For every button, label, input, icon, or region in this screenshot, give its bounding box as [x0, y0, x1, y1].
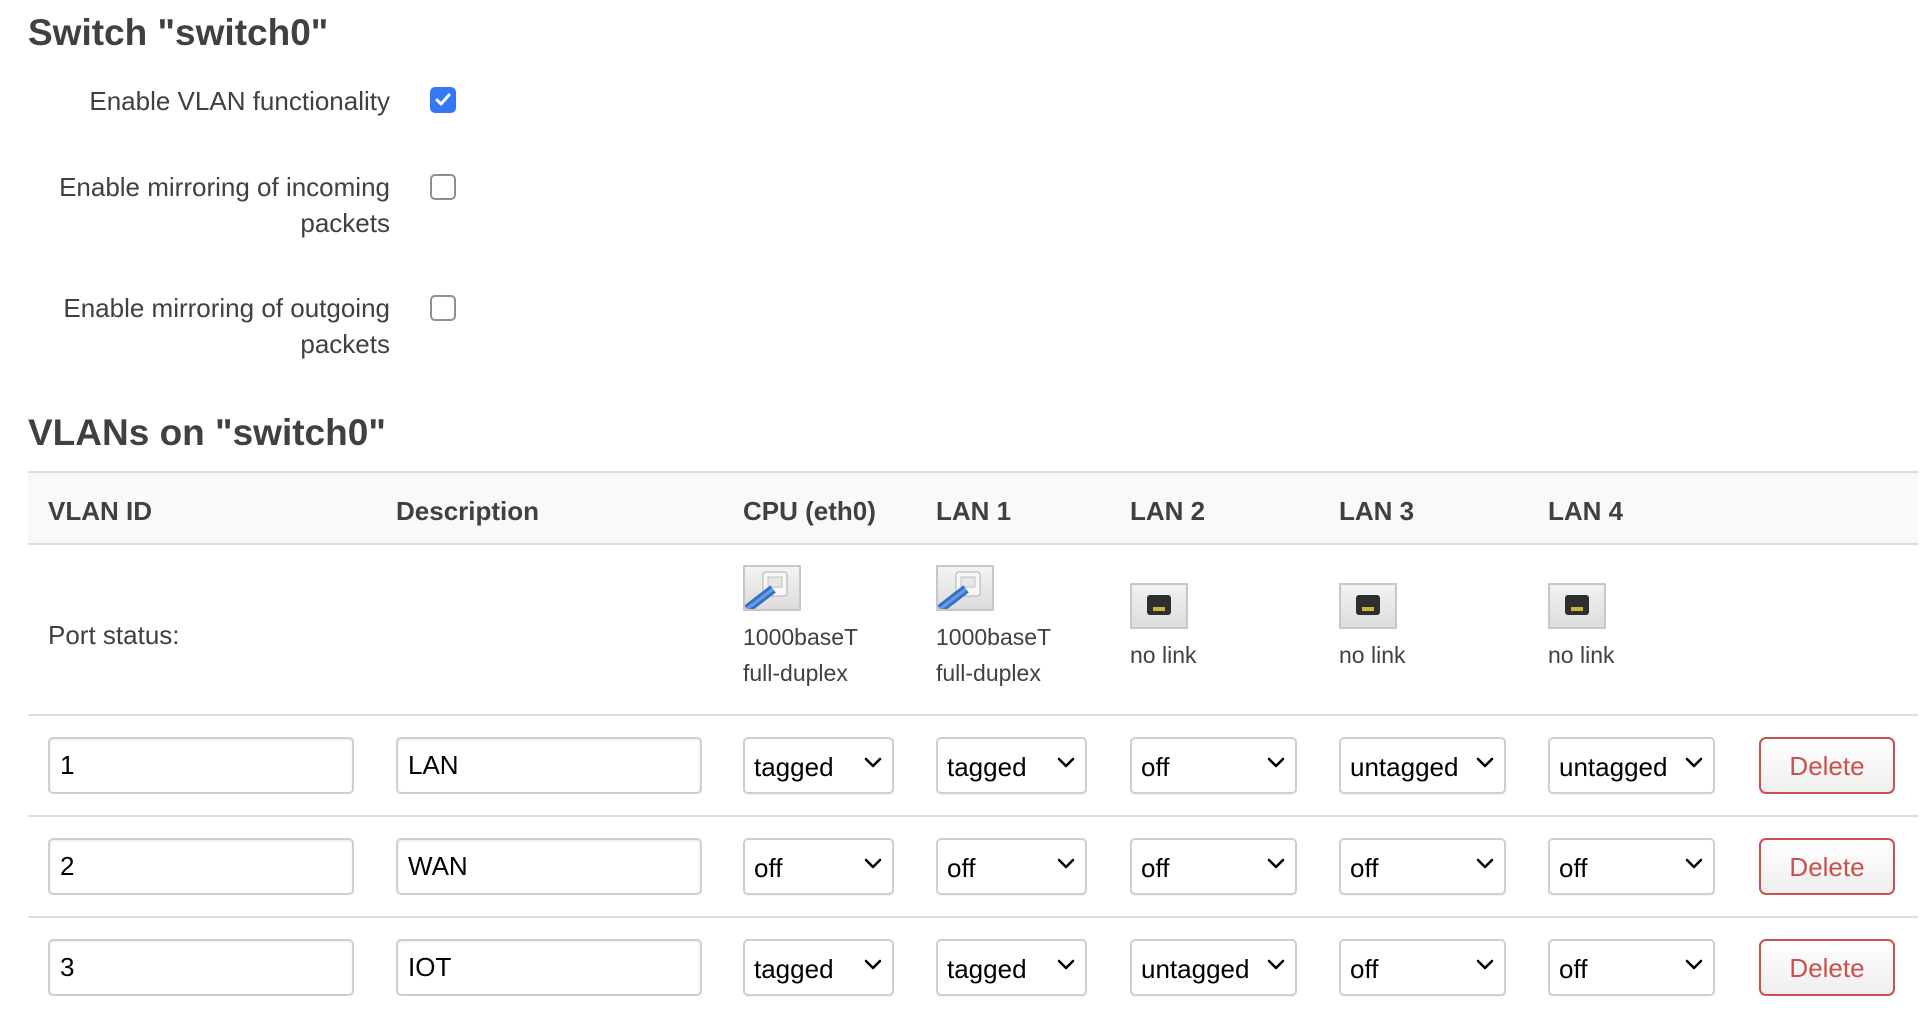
mirror-outgoing-label-line1: Enable mirroring of outgoing: [63, 293, 390, 323]
port-mode-select-lan3[interactable]: off: [1339, 838, 1506, 895]
chevron-down-icon: [864, 959, 882, 970]
chevron-down-icon: [1267, 858, 1285, 869]
port-mode-value: tagged: [754, 752, 834, 782]
port-mode-select-lan4[interactable]: off: [1548, 939, 1715, 996]
ethernet-disconnected-icon: [1548, 583, 1606, 629]
vlan-row: tagged tagged off untagged untagged Delete: [28, 716, 1918, 817]
port-mode-value: untagged: [1350, 752, 1459, 782]
mirror-incoming-label: Enable mirroring of incoming packets: [10, 169, 390, 241]
enable-vlan-label-text: Enable VLAN functionality: [89, 86, 390, 116]
delete-vlan-button[interactable]: Delete: [1759, 939, 1895, 996]
vlan-id-input[interactable]: [48, 737, 354, 794]
chevron-down-icon: [1267, 757, 1285, 768]
chevron-down-icon: [1267, 959, 1285, 970]
port-mode-value: off: [1350, 954, 1379, 984]
delete-vlan-button[interactable]: Delete: [1759, 737, 1895, 794]
port-mode-select-lan1[interactable]: tagged: [936, 737, 1087, 794]
header-lan3: LAN 3: [1339, 496, 1415, 526]
port-mode-value: untagged: [1141, 954, 1250, 984]
header-lan1: LAN 1: [936, 496, 1012, 526]
port-duplex: full-duplex: [743, 660, 848, 686]
enable-vlan-checkbox[interactable]: [430, 87, 456, 113]
port-status-cpu: 1000baseT full-duplex: [743, 565, 858, 691]
ethernet-connected-icon: [936, 565, 994, 613]
port-mode-select-lan4[interactable]: off: [1548, 838, 1715, 895]
port-duplex: full-duplex: [936, 660, 1041, 686]
vlan-description-input[interactable]: [396, 838, 702, 895]
vlan-description-input[interactable]: [396, 939, 702, 996]
port-status-lan3: no link: [1339, 583, 1405, 673]
chevron-down-icon: [1057, 959, 1075, 970]
port-speed: 1000baseT: [936, 624, 1052, 650]
switch-section-title: Switch "switch0": [28, 12, 329, 53]
vlan-section-title: VLANs on "switch0": [28, 412, 386, 453]
port-mode-value: off: [947, 853, 976, 883]
delete-vlan-button[interactable]: Delete: [1759, 838, 1895, 895]
chevron-down-icon: [1476, 858, 1494, 869]
port-mode-select-cpu[interactable]: tagged: [743, 939, 894, 996]
vlan-table-header: VLAN ID Description CPU (eth0) LAN 1 LAN…: [28, 471, 1918, 545]
port-mode-select-cpu[interactable]: tagged: [743, 737, 894, 794]
port-status-label: Port status:: [48, 620, 180, 650]
port-mode-select-lan1[interactable]: off: [936, 838, 1087, 895]
port-link-status: no link: [1339, 642, 1406, 668]
mirror-incoming-checkbox[interactable]: [430, 174, 456, 200]
ethernet-disconnected-icon: [1130, 583, 1188, 629]
port-link-status: no link: [1130, 642, 1197, 668]
port-mode-value: off: [1141, 752, 1170, 782]
port-mode-value: off: [1141, 853, 1170, 883]
header-vlan-id: VLAN ID: [48, 496, 152, 526]
port-mode-select-lan4[interactable]: untagged: [1548, 737, 1715, 794]
port-mode-value: off: [1559, 954, 1588, 984]
mirror-outgoing-label: Enable mirroring of outgoing packets: [10, 290, 390, 362]
chevron-down-icon: [864, 858, 882, 869]
port-mode-value: off: [754, 853, 783, 883]
port-status-lan2: no link: [1130, 583, 1196, 673]
chevron-down-icon: [1685, 858, 1703, 869]
mirror-outgoing-label-line2: packets: [300, 329, 390, 359]
mirror-outgoing-checkbox[interactable]: [430, 295, 456, 321]
chevron-down-icon: [1476, 757, 1494, 768]
vlan-description-input[interactable]: [396, 737, 702, 794]
port-mode-select-cpu[interactable]: off: [743, 838, 894, 895]
port-mode-select-lan2[interactable]: off: [1130, 737, 1297, 794]
port-mode-value: untagged: [1559, 752, 1668, 782]
mirror-incoming-label-line2: packets: [300, 208, 390, 238]
chevron-down-icon: [1057, 858, 1075, 869]
vlan-id-input[interactable]: [48, 838, 354, 895]
port-status-lan4: no link: [1548, 583, 1614, 673]
vlan-id-input[interactable]: [48, 939, 354, 996]
port-mode-select-lan2[interactable]: off: [1130, 838, 1297, 895]
port-status-lan1: 1000baseT full-duplex: [936, 565, 1051, 691]
chevron-down-icon: [1476, 959, 1494, 970]
port-mode-value: off: [1350, 853, 1379, 883]
checkmark-icon: [435, 93, 451, 106]
port-mode-select-lan2[interactable]: untagged: [1130, 939, 1297, 996]
port-mode-value: tagged: [947, 954, 1027, 984]
vlan-row: off off off off off Delete: [28, 817, 1918, 918]
enable-vlan-label: Enable VLAN functionality: [10, 83, 390, 119]
port-mode-value: tagged: [754, 954, 834, 984]
ethernet-disconnected-icon: [1339, 583, 1397, 629]
port-mode-value: tagged: [947, 752, 1027, 782]
header-cpu-eth0: CPU (eth0): [743, 496, 876, 526]
header-lan4: LAN 4: [1548, 496, 1624, 526]
vlan-row: tagged tagged untagged off off Delete: [28, 918, 1918, 1019]
chevron-down-icon: [1685, 959, 1703, 970]
port-status-row: Port status: 1000baseT full-duplex 1000b…: [28, 545, 1918, 716]
port-mode-select-lan3[interactable]: off: [1339, 939, 1506, 996]
header-lan2: LAN 2: [1130, 496, 1206, 526]
chevron-down-icon: [864, 757, 882, 768]
ethernet-connected-icon: [743, 565, 801, 613]
port-mode-value: off: [1559, 853, 1588, 883]
port-mode-select-lan1[interactable]: tagged: [936, 939, 1087, 996]
chevron-down-icon: [1685, 757, 1703, 768]
mirror-incoming-label-line1: Enable mirroring of incoming: [59, 172, 390, 202]
port-link-status: no link: [1548, 642, 1615, 668]
port-mode-select-lan3[interactable]: untagged: [1339, 737, 1506, 794]
header-description: Description: [396, 496, 540, 526]
port-speed: 1000baseT: [743, 624, 859, 650]
chevron-down-icon: [1057, 757, 1075, 768]
